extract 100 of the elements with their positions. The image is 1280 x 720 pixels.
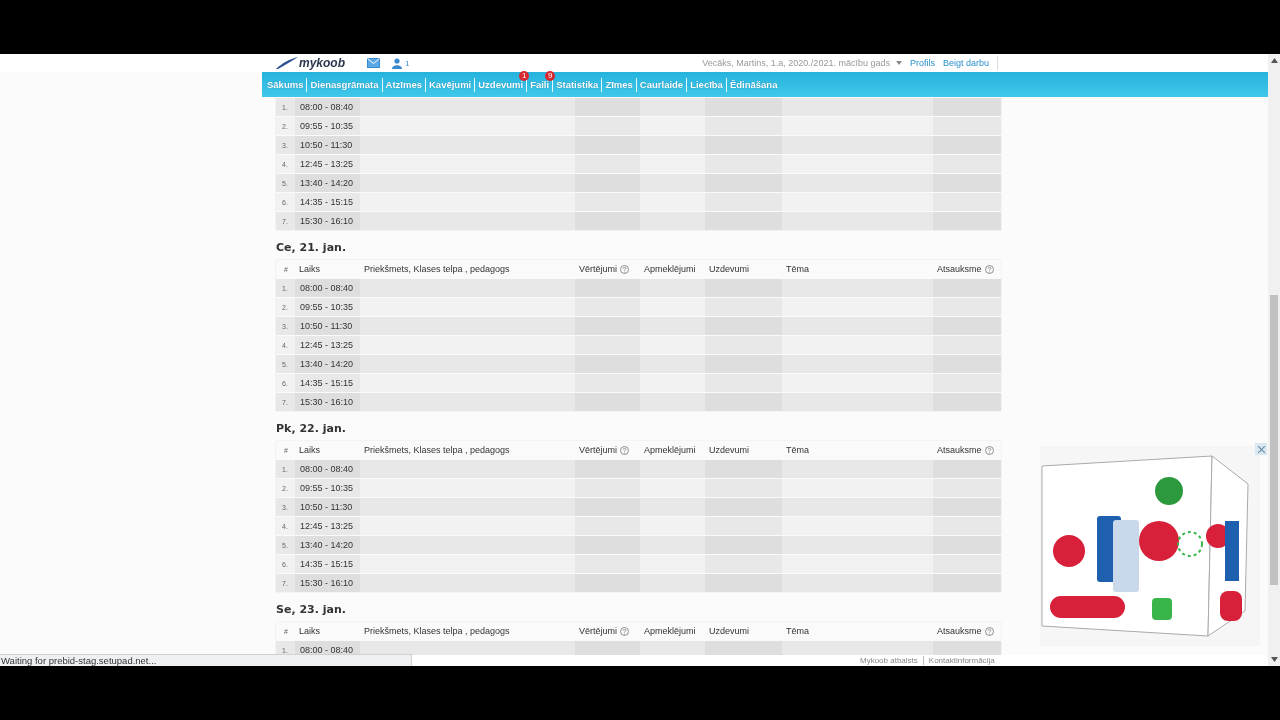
table-cell — [575, 479, 640, 497]
column-header: Tēma — [785, 263, 810, 276]
caret-icon[interactable] — [895, 61, 902, 65]
nav-tab[interactable]: Ēdināšana — [726, 79, 781, 90]
column-header: Atsauksme — [933, 622, 1001, 640]
scroll-thumb[interactable] — [1270, 295, 1278, 585]
nav-tab[interactable]: Liecība — [687, 79, 726, 90]
table-cell: 10:50 - 11:30 — [295, 498, 360, 516]
logo-text[interactable]: mykoob — [299, 56, 345, 70]
column-header: Vērtējumi — [575, 441, 640, 459]
table-cell — [933, 279, 1001, 297]
mail-icon[interactable] — [367, 58, 380, 68]
table-cell — [575, 174, 640, 192]
scroll-up-icon[interactable] — [1270, 58, 1278, 63]
message-count: 1 — [405, 58, 410, 68]
column-header: Priekšmets, Klases telpa , pedagogs — [363, 625, 511, 638]
help-icon[interactable] — [984, 626, 994, 636]
nav-tab[interactable]: Kavējumi — [426, 79, 475, 90]
table-cell — [575, 117, 640, 135]
day-heading: Pk, 22. jan. — [276, 421, 347, 437]
day-heading: Se, 23. jan. — [276, 602, 347, 618]
table-cell: 15:30 - 16:10 — [295, 393, 360, 411]
table-cell — [575, 498, 640, 516]
scrollbar[interactable] — [1268, 54, 1280, 666]
column-header: Uzdevumi — [708, 444, 750, 457]
table-cell — [933, 317, 1001, 335]
table-cell: 14:35 - 15:15 — [295, 193, 360, 211]
swoosh-icon — [276, 57, 298, 69]
help-icon[interactable] — [620, 445, 629, 455]
table-cell: 09:55 - 10:35 — [295, 479, 360, 497]
nav-tab[interactable]: Sākums — [264, 79, 307, 90]
column-header: Uzdevumi — [708, 263, 750, 276]
scroll-down-icon[interactable] — [1270, 657, 1278, 662]
nav-tab[interactable]: Atzīmes — [382, 79, 425, 90]
table-cell — [933, 212, 1001, 230]
column-header: Atsauksme — [933, 441, 1001, 459]
table-cell — [575, 374, 640, 392]
table-cell: 13:40 - 14:20 — [295, 174, 360, 192]
header-link[interactable]: Profils — [909, 58, 935, 68]
table-cell — [933, 98, 1001, 116]
nav-tab[interactable]: Uzdevumi — [475, 79, 527, 90]
nav-tab[interactable]: Caurlaide — [636, 79, 687, 90]
column-header: Apmeklējumi — [643, 625, 697, 638]
table-cell — [575, 555, 640, 573]
nav-tab[interactable]: Faili — [527, 79, 553, 90]
nav-tab[interactable]: Zīmes — [602, 79, 636, 90]
table-cell — [575, 517, 640, 535]
user-selector[interactable]: Vecāks, Martins, 1.a, 2020./2021. mācību gads — [702, 58, 890, 68]
table-cell — [933, 174, 1001, 192]
table-cell: 14:35 - 15:15 — [295, 555, 360, 573]
table-cell: 15:30 - 16:10 — [295, 212, 360, 230]
table-cell — [575, 536, 640, 554]
column-header: Atsauksme — [933, 260, 1001, 278]
table-cell — [933, 460, 1001, 478]
table-cell — [575, 355, 640, 373]
column-header: Uzdevumi — [708, 625, 750, 638]
table-cell — [933, 574, 1001, 592]
table-cell — [575, 641, 640, 655]
help-icon[interactable] — [620, 626, 629, 636]
table-cell — [933, 336, 1001, 354]
table-cell — [933, 479, 1001, 497]
table-cell — [933, 393, 1001, 411]
footer-link[interactable]: Kontaktinformācija — [928, 656, 995, 665]
header-link[interactable]: Beigt darbu — [942, 58, 989, 68]
status-text: Waiting for prebid-stag.setupad.net... — [0, 654, 412, 666]
table-cell — [575, 574, 640, 592]
table-cell: 10:50 - 11:30 — [295, 317, 360, 335]
footer-link[interactable]: Mykoob atbalsts — [860, 656, 918, 665]
badge: 9 — [545, 71, 556, 81]
table-cell: 09:55 - 10:35 — [295, 117, 360, 135]
table-cell — [933, 517, 1001, 535]
help-icon[interactable] — [984, 445, 994, 455]
help-icon[interactable] — [984, 264, 994, 274]
table-cell — [933, 298, 1001, 316]
table-cell — [575, 317, 640, 335]
table-cell: 08:00 - 08:40 — [295, 279, 360, 297]
table-cell: 10:50 - 11:30 — [295, 136, 360, 154]
table-cell — [933, 117, 1001, 135]
table-cell — [933, 355, 1001, 373]
table-cell — [575, 279, 640, 297]
table-cell: 13:40 - 14:20 — [295, 355, 360, 373]
table-cell — [933, 641, 1001, 655]
day-heading: Ce, 21. jan. — [276, 240, 348, 256]
table-cell — [933, 536, 1001, 554]
table-cell — [575, 98, 640, 116]
column-header: Laiks — [298, 263, 321, 276]
table-cell — [575, 393, 640, 411]
nav-tab[interactable]: Dienasgrāmata — [307, 79, 382, 90]
column-header: Vērtējumi — [575, 622, 640, 640]
table-cell — [933, 193, 1001, 211]
help-icon[interactable] — [620, 264, 629, 274]
column-header: Vērtējumi — [575, 260, 640, 278]
table-cell — [575, 460, 640, 478]
table-cell: 12:45 - 13:25 — [295, 517, 360, 535]
column-header: Tēma — [785, 625, 810, 638]
close-button[interactable] — [1255, 443, 1267, 455]
column-header: Apmeklējumi — [643, 444, 697, 457]
nav-tab[interactable]: Statistika — [553, 79, 602, 90]
table-cell — [933, 555, 1001, 573]
person-icon[interactable] — [392, 57, 402, 69]
